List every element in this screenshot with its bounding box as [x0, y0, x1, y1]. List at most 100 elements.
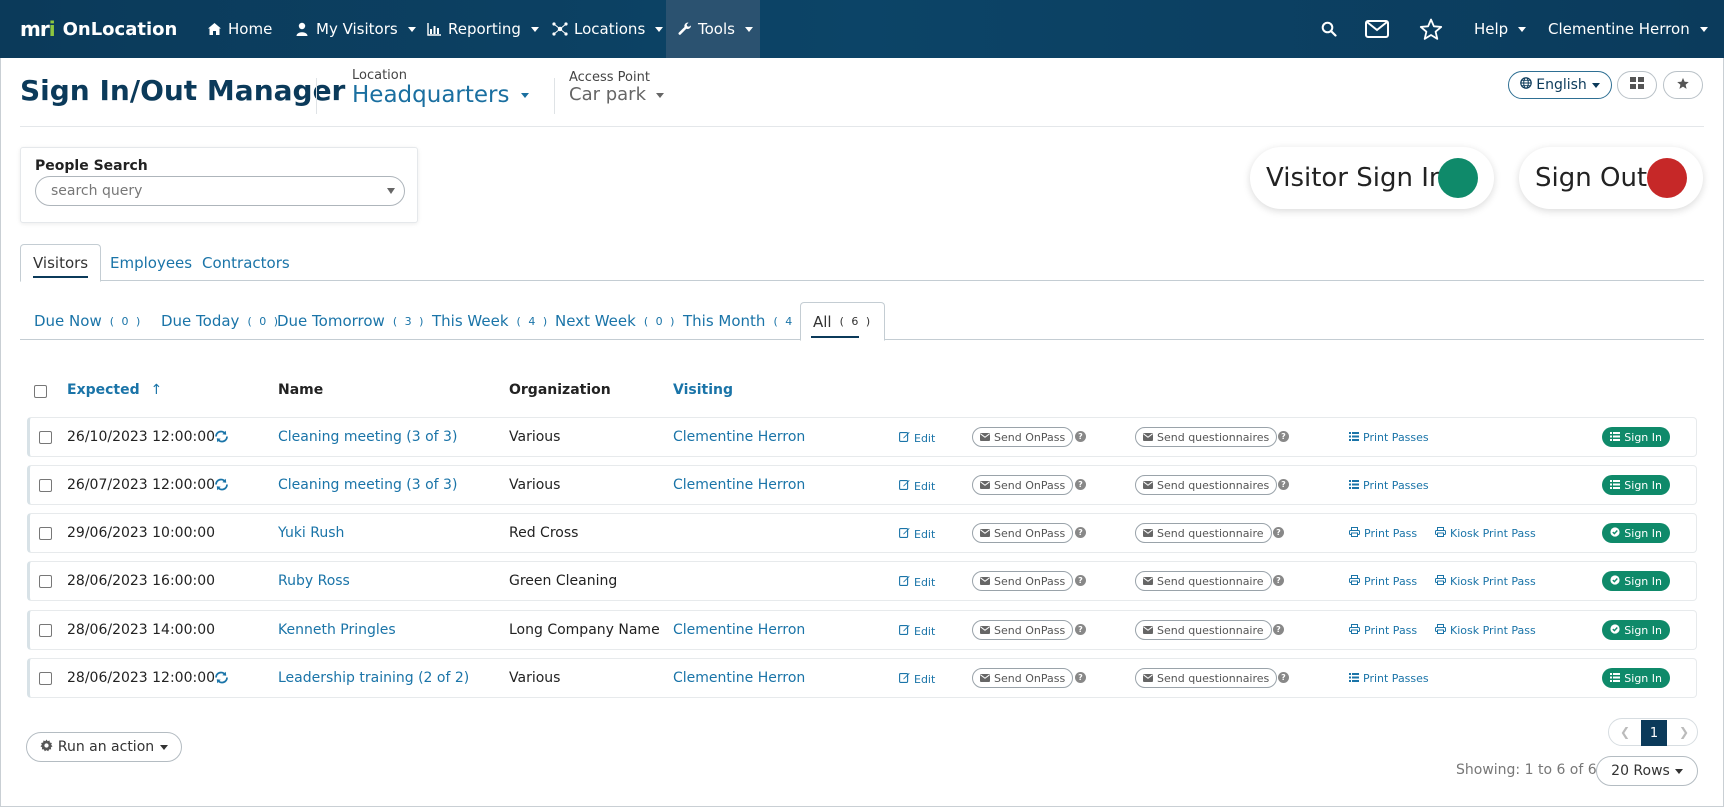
help-icon[interactable]: ? [1273, 527, 1284, 538]
run-action-button[interactable]: Run an action [26, 732, 182, 762]
send-onpass-button[interactable]: Send OnPass [972, 475, 1074, 495]
print-passes-button[interactable]: Print Passes [1349, 672, 1429, 685]
row-checkbox[interactable] [39, 575, 52, 588]
send-onpass-button[interactable]: Send OnPass [972, 620, 1074, 640]
select-all-checkbox[interactable] [34, 385, 47, 398]
help-icon[interactable]: ? [1278, 672, 1289, 683]
print-passes-button[interactable]: Print Passes [1349, 479, 1429, 492]
visiting-link[interactable]: Clementine Herron [673, 670, 805, 686]
send-questionnaire-button[interactable]: Send questionnaires [1135, 475, 1278, 495]
row-checkbox[interactable] [39, 431, 52, 444]
brand[interactable]: mri OnLocation [20, 0, 177, 58]
nav-my-visitors[interactable]: My Visitors [282, 0, 428, 58]
send-questionnaire-button[interactable]: Send questionnaires [1135, 668, 1278, 688]
send-questionnaire-button[interactable]: Send questionnaires [1135, 427, 1278, 447]
visitor-sign-in-button[interactable]: Visitor Sign In [1250, 147, 1494, 209]
name-link[interactable]: Kenneth Pringles [278, 622, 396, 638]
help-icon[interactable]: ? [1273, 575, 1284, 586]
tab-due-tomorrow[interactable]: Due Tomorrow ( 3 ) [265, 302, 437, 340]
people-search-input[interactable] [35, 176, 405, 206]
send-onpass-button[interactable]: Send OnPass [972, 571, 1074, 591]
visiting-link[interactable]: Clementine Herron [673, 477, 805, 493]
name-link[interactable]: Ruby Ross [278, 573, 350, 589]
sign-in-button[interactable]: Sign In [1602, 523, 1670, 543]
help-icon[interactable]: ? [1273, 624, 1284, 635]
name-link[interactable]: Cleaning meeting (3 of 3) [278, 477, 457, 493]
tab-all[interactable]: All ( 6 ) [800, 302, 886, 341]
kiosk-print-pass-button[interactable]: Kiosk Print Pass [1435, 527, 1536, 540]
name-link[interactable]: Leadership training (2 of 2) [278, 670, 469, 686]
nav-reporting[interactable]: Reporting [414, 0, 551, 58]
edit-button[interactable]: Edit [899, 479, 935, 493]
nav-tools[interactable]: Tools [666, 0, 760, 58]
send-questionnaire-button[interactable]: Send questionnaire [1135, 523, 1272, 543]
help-icon[interactable]: ? [1075, 672, 1086, 683]
column-header-expected[interactable]: Expected ↑ [67, 382, 162, 398]
user-menu[interactable]: Clementine Herron [1536, 0, 1720, 58]
visiting-link[interactable]: Clementine Herron [673, 429, 805, 445]
sign-in-button[interactable]: Sign In [1602, 475, 1670, 495]
grid-view-button[interactable] [1617, 71, 1657, 99]
row-checkbox[interactable] [39, 527, 52, 540]
help-icon[interactable]: ? [1075, 527, 1086, 538]
send-onpass-button[interactable]: Send OnPass [972, 523, 1074, 543]
edit-button[interactable]: Edit [899, 431, 935, 445]
nav-locations[interactable]: Locations [540, 0, 675, 58]
dropdown-arrow-icon[interactable] [387, 188, 395, 194]
row-checkbox[interactable] [39, 479, 52, 492]
language-selector[interactable]: English [1508, 71, 1612, 99]
tab-this-week[interactable]: This Week ( 4 ) [420, 302, 561, 340]
send-questionnaire-button[interactable]: Send questionnaire [1135, 620, 1272, 640]
location-selector[interactable]: Headquarters [352, 82, 529, 108]
page-current[interactable]: 1 [1641, 720, 1667, 746]
star-icon[interactable] [1418, 17, 1444, 41]
edit-button[interactable]: Edit [899, 624, 935, 638]
sign-in-indicator-icon [1438, 158, 1478, 198]
sign-in-button[interactable]: Sign In [1602, 620, 1670, 640]
nav-home[interactable]: Home [194, 0, 284, 58]
envelope-icon[interactable] [1364, 17, 1390, 41]
name-link[interactable]: Cleaning meeting (3 of 3) [278, 429, 457, 445]
send-onpass-button[interactable]: Send OnPass [972, 427, 1074, 447]
search-icon[interactable] [1316, 17, 1342, 41]
help-icon[interactable]: ? [1075, 479, 1086, 490]
favorite-button[interactable] [1663, 71, 1703, 99]
sign-in-button[interactable]: Sign In [1602, 571, 1670, 591]
sign-in-button[interactable]: Sign In [1602, 427, 1670, 447]
print-pass-button[interactable]: Print Pass [1349, 624, 1417, 637]
tab-this-month[interactable]: This Month ( 4 ) [671, 302, 818, 340]
tab-employees[interactable]: Employees [98, 244, 204, 281]
help-icon[interactable]: ? [1278, 431, 1289, 442]
tab-contractors[interactable]: Contractors [190, 244, 302, 281]
tab-next-week[interactable]: Next Week ( 0 ) [543, 302, 688, 340]
help-icon[interactable]: ? [1075, 575, 1086, 586]
edit-button[interactable]: Edit [899, 672, 935, 686]
print-pass-button[interactable]: Print Pass [1349, 575, 1417, 588]
row-checkbox[interactable] [39, 672, 52, 685]
print-passes-button[interactable]: Print Passes [1349, 431, 1429, 444]
sign-out-button[interactable]: Sign Out [1519, 147, 1703, 209]
kiosk-print-pass-button[interactable]: Kiosk Print Pass [1435, 624, 1536, 637]
sign-in-button[interactable]: Sign In [1602, 668, 1670, 688]
edit-button[interactable]: Edit [899, 575, 935, 589]
send-questionnaire-button[interactable]: Send questionnaire [1135, 571, 1272, 591]
help-icon[interactable]: ? [1278, 479, 1289, 490]
row-checkbox[interactable] [39, 624, 52, 637]
name-link[interactable]: Yuki Rush [278, 525, 344, 541]
print-pass-button[interactable]: Print Pass [1349, 527, 1417, 540]
tab-visitors[interactable]: Visitors [20, 244, 102, 282]
access-point-selector[interactable]: Car park [569, 84, 664, 105]
visiting-link[interactable]: Clementine Herron [673, 622, 805, 638]
chevron-down-icon [160, 744, 169, 750]
nav-help[interactable]: Help [1462, 0, 1538, 58]
chevron-right-icon[interactable]: ❯ [1679, 725, 1689, 739]
column-header-visiting[interactable]: Visiting [673, 382, 733, 398]
help-icon[interactable]: ? [1075, 431, 1086, 442]
help-icon[interactable]: ? [1075, 624, 1086, 635]
rows-per-page-selector[interactable]: 20 Rows [1596, 756, 1698, 786]
kiosk-print-pass-button[interactable]: Kiosk Print Pass [1435, 575, 1536, 588]
send-onpass-button[interactable]: Send OnPass [972, 668, 1074, 688]
chevron-left-icon[interactable]: ❮ [1620, 725, 1630, 739]
edit-button[interactable]: Edit [899, 527, 935, 541]
tab-due-now[interactable]: Due Now ( 0 ) [22, 302, 154, 340]
